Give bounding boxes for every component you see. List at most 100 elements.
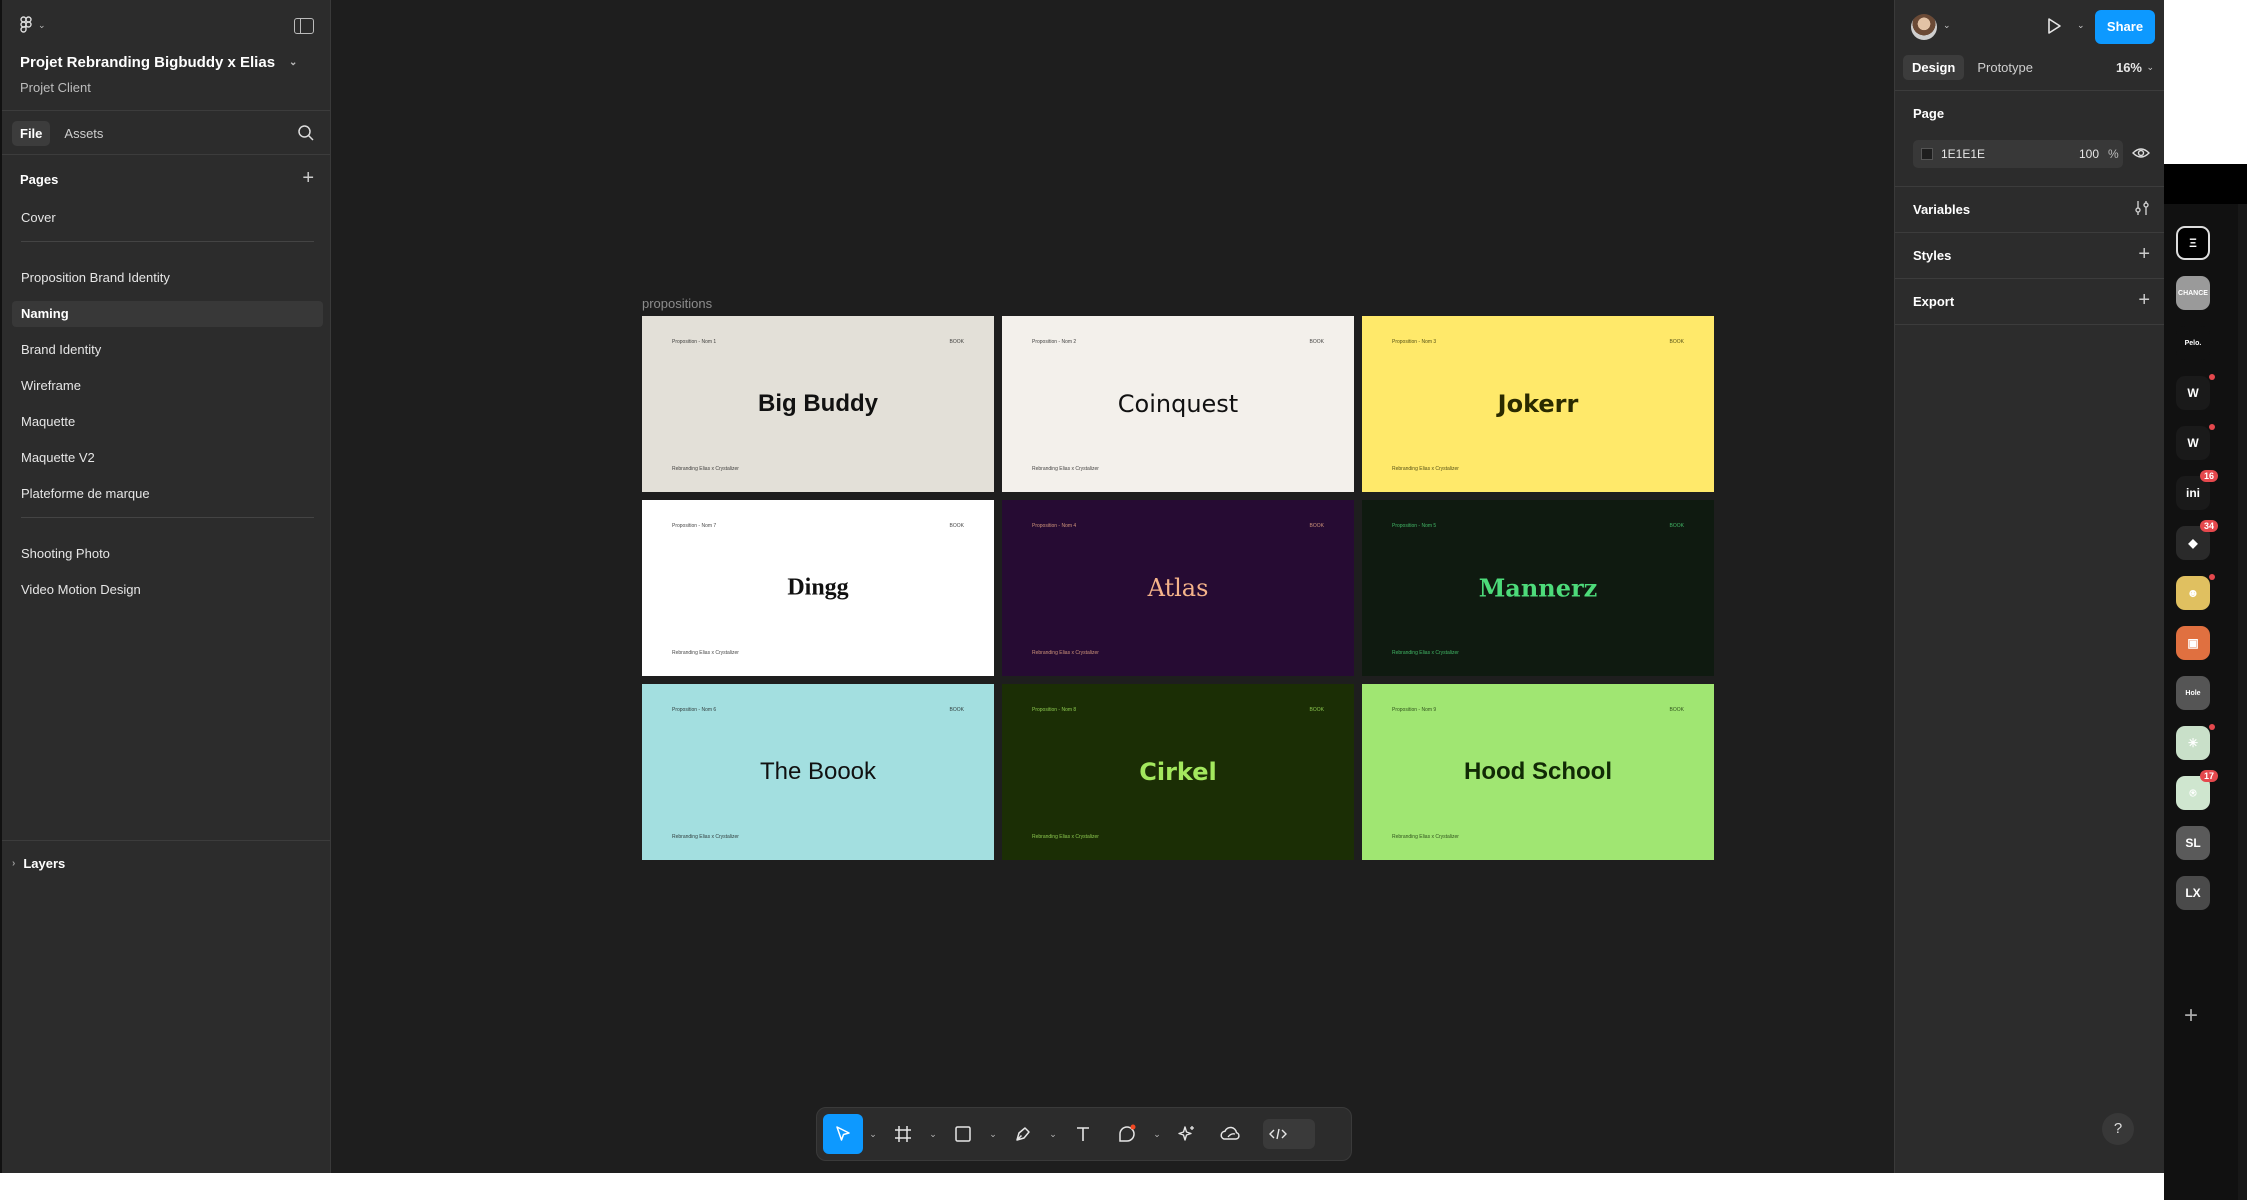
layers-section-toggle[interactable]: › Layers [12, 856, 65, 871]
dock-app-label: W [2187, 436, 2199, 450]
comment-tool-button[interactable] [1107, 1114, 1147, 1154]
present-play-icon[interactable] [2043, 15, 2065, 37]
naming-card[interactable]: Proposition - Nom 4 BOOK Atlas Rebranding E… [1002, 500, 1354, 676]
card-meta-left: Proposition - Nom 1 [672, 339, 717, 345]
dock-app-icon[interactable]: ✳ [2176, 724, 2215, 760]
search-icon[interactable] [297, 124, 315, 142]
share-button[interactable]: Share [2095, 10, 2155, 44]
dock-app-icon[interactable]: ◆ 34 [2176, 520, 2218, 560]
dock-app-icon[interactable]: ⍟ 17 [2176, 770, 2218, 810]
dock-app-icon[interactable]: ini 16 [2176, 470, 2218, 510]
ai-tool-button[interactable] [1167, 1114, 1207, 1154]
page-item-video-motion-design[interactable]: Video Motion Design [12, 577, 323, 603]
tab-prototype[interactable]: Prototype [1968, 55, 2042, 80]
dock-app-icon[interactable]: CHANCE [2176, 276, 2210, 310]
page-item-shooting-photo[interactable]: Shooting Photo [12, 541, 323, 567]
page-opacity-value[interactable]: 100 [2079, 147, 2099, 161]
dock-edge-strip [2238, 204, 2247, 1200]
tab-file[interactable]: File [12, 121, 51, 146]
page-item-maquette[interactable]: Maquette [12, 409, 323, 435]
frame-label[interactable]: propositions [642, 296, 712, 311]
card-footer: Rebranding Elias x Crystalizer [672, 650, 739, 656]
dock-app-icon[interactable]: W [2176, 424, 2215, 460]
help-button[interactable]: ? [2102, 1113, 2134, 1145]
page-item-maquette-v2[interactable]: Maquette V2 [12, 445, 323, 471]
tab-assets[interactable]: Assets [56, 121, 111, 146]
card-footer: Rebranding Elias x Crystalizer [1392, 834, 1459, 840]
page-item-brand-identity[interactable]: Brand Identity [12, 337, 323, 363]
dock-app-label: SL [2185, 836, 2201, 850]
card-meta-right: BOOK [1669, 523, 1684, 529]
tab-design[interactable]: Design [1903, 55, 1965, 80]
propositions-frame[interactable]: Proposition - Nom 1 BOOK Big Buddy Rebrandi… [642, 316, 1714, 860]
chevron-down-icon[interactable]: ⌄ [1943, 20, 1951, 31]
naming-card[interactable]: Proposition - Nom 3 BOOK Jokerr Rebranding … [1362, 316, 1714, 492]
naming-card[interactable]: Proposition - Nom 7 BOOK Dingg Rebranding E… [642, 500, 994, 676]
main-menu-button[interactable]: ⌄ [20, 16, 46, 34]
naming-card[interactable]: Proposition - Nom 8 BOOK Cirkel Rebranding … [1002, 684, 1354, 860]
page-list: Cover Proposition Brand Identity Naming … [12, 205, 323, 613]
add-style-button[interactable]: + [2138, 244, 2150, 264]
card-brand-name: Coinquest [1117, 390, 1239, 418]
card-meta-right: BOOK [1669, 707, 1684, 713]
plus-icon: + [302, 167, 314, 189]
dock-app-icon[interactable]: Ξ [2176, 226, 2210, 260]
chevron-right-icon: › [12, 858, 16, 869]
toggle-sidebar-icon[interactable] [294, 18, 314, 34]
dev-mode-toggle[interactable] [1263, 1119, 1315, 1149]
dock-app-icon[interactable]: ☻ [2176, 574, 2215, 610]
dock-app-icon[interactable]: SL [2176, 826, 2210, 860]
naming-card[interactable]: Proposition - Nom 5 BOOK Mannerz Rebranding… [1362, 500, 1714, 676]
right-properties-panel: ⌄ ⌄ Share Design Prototype 16% ⌄ Page 1E… [1894, 0, 2164, 1173]
user-avatar[interactable] [1911, 14, 1937, 40]
card-brand-name: Dingg [787, 574, 849, 601]
zoom-level[interactable]: 16% [2116, 60, 2142, 75]
page-background-field[interactable]: 1E1E1E 100 % [1913, 140, 2123, 168]
page-item-plateforme-de-marque[interactable]: Plateforme de marque [12, 481, 323, 507]
chevron-down-icon[interactable]: ⌄ [2077, 20, 2085, 31]
resources-tool-button[interactable] [1211, 1114, 1251, 1154]
frame-tool-button[interactable] [883, 1114, 923, 1154]
dock-app-icon[interactable]: W [2176, 374, 2215, 410]
naming-card[interactable]: Proposition - Nom 1 BOOK Big Buddy Rebrandi… [642, 316, 994, 492]
chevron-down-icon[interactable]: ⌄ [1151, 1129, 1163, 1140]
card-meta-left: Proposition - Nom 2 [1032, 339, 1077, 345]
page-item-naming[interactable]: Naming [12, 301, 323, 327]
add-page-button[interactable]: + [302, 168, 314, 188]
notification-badge: 16 [2199, 470, 2218, 482]
canvas[interactable]: propositions Proposition - Nom 1 BOOK Big … [331, 0, 1894, 1173]
page-item-proposition-brand-identity[interactable]: Proposition Brand Identity [12, 265, 323, 291]
dock-app-icon[interactable]: Hole [2176, 676, 2210, 710]
color-swatch[interactable] [1921, 148, 1933, 160]
naming-card[interactable]: Proposition - Nom 9 BOOK Hood School Rebran… [1362, 684, 1714, 860]
eye-visibility-icon[interactable] [2132, 145, 2150, 161]
card-meta-right: BOOK [949, 523, 964, 529]
page-color-hex[interactable]: 1E1E1E [1941, 147, 1985, 161]
dock-add-button[interactable]: + [2184, 1002, 2198, 1030]
chevron-down-icon[interactable]: ⌄ [2146, 62, 2154, 73]
add-export-button[interactable]: + [2138, 290, 2150, 310]
chevron-down-icon[interactable]: ⌄ [867, 1129, 879, 1140]
pen-tool-button[interactable] [1003, 1114, 1043, 1154]
move-tool-button[interactable] [823, 1114, 863, 1154]
variables-sliders-icon[interactable] [2134, 200, 2150, 216]
page-item-cover[interactable]: Cover [12, 205, 323, 231]
naming-card[interactable]: Proposition - Nom 2 BOOK Coinquest Rebrandi… [1002, 316, 1354, 492]
pen-icon [1016, 1127, 1030, 1141]
dock-app-icon[interactable]: Pelo. [2176, 326, 2210, 360]
dock-app-icon[interactable]: LX [2176, 876, 2210, 910]
chevron-down-icon[interactable]: ⌄ [927, 1129, 939, 1140]
text-icon [1077, 1127, 1089, 1141]
project-name[interactable]: Projet Client [20, 80, 91, 95]
page-item-wireframe[interactable]: Wireframe [12, 373, 323, 399]
naming-card[interactable]: Proposition - Nom 6 BOOK The Boook Rebrandi… [642, 684, 994, 860]
chevron-down-icon[interactable]: ⌄ [987, 1129, 999, 1140]
layers-heading: Layers [23, 856, 66, 871]
shape-tool-button[interactable] [943, 1114, 983, 1154]
text-tool-button[interactable] [1063, 1114, 1103, 1154]
dock-app-icon[interactable]: ▣ [2176, 626, 2210, 660]
card-meta-right: BOOK [1669, 339, 1684, 345]
file-title-button[interactable]: Projet Rebranding Bigbuddy x Elias ⌄ [20, 54, 297, 71]
card-footer: Rebranding Elias x Crystalizer [1032, 650, 1099, 656]
chevron-down-icon[interactable]: ⌄ [1047, 1129, 1059, 1140]
